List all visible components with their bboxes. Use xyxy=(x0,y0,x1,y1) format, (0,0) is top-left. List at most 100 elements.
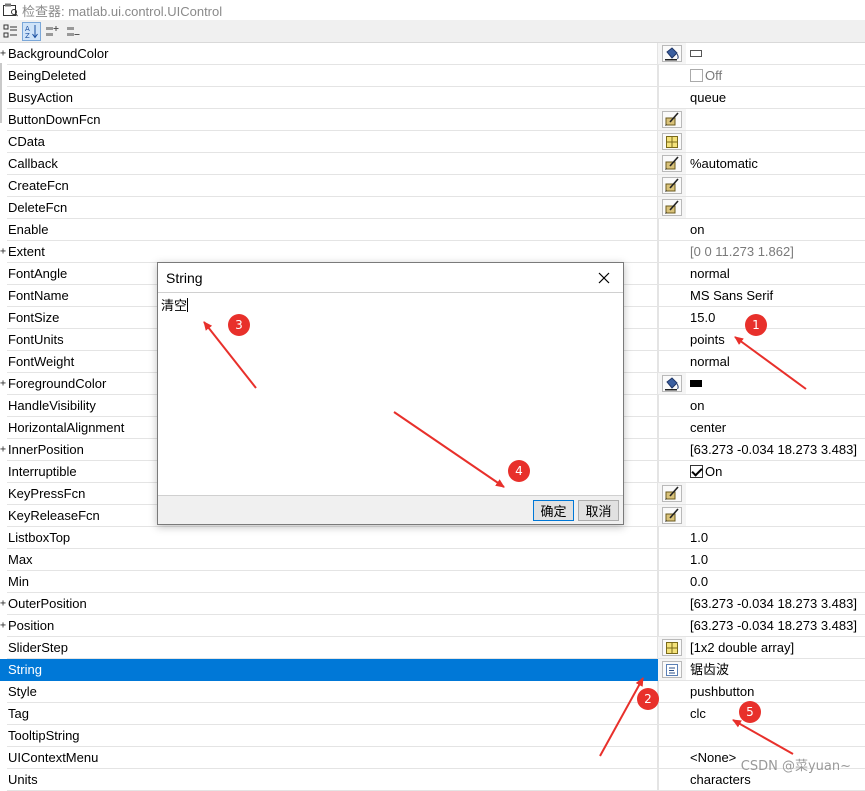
property-value[interactable] xyxy=(686,131,865,153)
property-value[interactable]: points xyxy=(686,329,865,351)
property-row-extent[interactable]: + Extent [0 0 11.273 1.862] xyxy=(0,241,865,263)
property-editor-cell[interactable] xyxy=(658,131,686,153)
property-name: Enable xyxy=(7,219,658,241)
property-row-style[interactable]: Style pushbutton xyxy=(0,681,865,703)
paint-bucket-button[interactable] xyxy=(662,375,682,392)
dialog-close-button[interactable] xyxy=(595,269,613,287)
edit-fcn-button[interactable] xyxy=(662,485,682,502)
property-value[interactable]: 锯齿波 xyxy=(686,659,865,681)
property-row-tooltipstring[interactable]: TooltipString xyxy=(0,725,865,747)
property-value[interactable]: MS Sans Serif xyxy=(686,285,865,307)
property-value[interactable]: pushbutton xyxy=(686,681,865,703)
property-row-cdata[interactable]: CData xyxy=(0,131,865,153)
edit-fcn-button[interactable] xyxy=(662,507,682,524)
property-value[interactable] xyxy=(686,43,865,65)
property-row-sliderstep[interactable]: SliderStep [1x2 double array] xyxy=(0,637,865,659)
property-value[interactable] xyxy=(686,373,865,395)
array-editor-icon xyxy=(666,135,678,148)
property-value[interactable] xyxy=(686,505,865,527)
expand-plus-icon[interactable]: + xyxy=(0,378,7,389)
expand-plus-icon[interactable]: + xyxy=(0,48,7,59)
property-row-outerposition[interactable]: + OuterPosition [63.273 -0.034 18.273 3.48… xyxy=(0,593,865,615)
property-value[interactable] xyxy=(686,109,865,131)
property-name: Units xyxy=(7,769,658,791)
property-value-text: 1.0 xyxy=(690,552,709,567)
property-row-units[interactable]: Units characters xyxy=(0,769,865,791)
categorized-view-button[interactable] xyxy=(1,22,20,41)
property-value[interactable]: queue xyxy=(686,87,865,109)
property-value[interactable]: clc xyxy=(686,703,865,725)
property-editor-cell[interactable] xyxy=(658,659,686,681)
property-row-min[interactable]: Min 0.0 xyxy=(0,571,865,593)
property-row-beingdeleted[interactable]: BeingDeleted Off xyxy=(0,65,865,87)
color-swatch[interactable] xyxy=(690,50,702,57)
property-value[interactable]: [63.273 -0.034 18.273 3.483] xyxy=(686,439,865,461)
property-row-position[interactable]: + Position [63.273 -0.034 18.273 3.483] xyxy=(0,615,865,637)
property-value[interactable]: 15.0 xyxy=(686,307,865,329)
string-editor-button[interactable] xyxy=(662,661,682,678)
edit-fcn-button[interactable] xyxy=(662,155,682,172)
property-row-deletefcn[interactable]: DeleteFcn xyxy=(0,197,865,219)
property-editor-cell[interactable] xyxy=(658,153,686,175)
collapse-all-button[interactable] xyxy=(64,22,83,41)
property-editor-cell[interactable] xyxy=(658,505,686,527)
property-value[interactable]: [0 0 11.273 1.862] xyxy=(686,241,865,263)
property-editor-cell xyxy=(658,219,686,241)
edit-fcn-button[interactable] xyxy=(662,177,682,194)
property-value[interactable]: on xyxy=(686,219,865,241)
property-editor-cell[interactable] xyxy=(658,109,686,131)
property-editor-cell[interactable] xyxy=(658,483,686,505)
property-value[interactable]: center xyxy=(686,417,865,439)
cancel-button[interactable]: 取消 xyxy=(578,500,619,521)
expand-all-button[interactable] xyxy=(43,22,62,41)
color-swatch[interactable] xyxy=(690,380,702,387)
value-checkbox[interactable] xyxy=(690,69,703,82)
property-row-createfcn[interactable]: CreateFcn xyxy=(0,175,865,197)
array-editor-button[interactable] xyxy=(662,133,682,150)
property-value[interactable]: 0.0 xyxy=(686,571,865,593)
expand-plus-icon[interactable]: + xyxy=(0,444,7,455)
value-checkbox[interactable] xyxy=(690,465,703,478)
property-row-tag[interactable]: Tag clc xyxy=(0,703,865,725)
property-value[interactable] xyxy=(686,197,865,219)
property-value[interactable]: [1x2 double array] xyxy=(686,637,865,659)
property-editor-cell[interactable] xyxy=(658,175,686,197)
property-row-buttondownfcn[interactable]: ButtonDownFcn xyxy=(0,109,865,131)
edit-fcn-button[interactable] xyxy=(662,111,682,128)
property-editor-cell[interactable] xyxy=(658,197,686,219)
property-row-backgroundcolor[interactable]: + BackgroundColor xyxy=(0,43,865,65)
property-row-enable[interactable]: Enable on xyxy=(0,219,865,241)
property-value[interactable]: 1.0 xyxy=(686,527,865,549)
property-value[interactable] xyxy=(686,175,865,197)
row-lead xyxy=(0,637,7,659)
expand-plus-icon[interactable]: + xyxy=(0,598,7,609)
property-value[interactable]: Off xyxy=(686,65,865,87)
array-editor-button[interactable] xyxy=(662,639,682,656)
sort-alpha-button[interactable]: A Z xyxy=(22,21,41,41)
property-editor-cell[interactable] xyxy=(658,637,686,659)
property-row-string[interactable]: String 锯齿波 xyxy=(0,659,865,681)
property-value[interactable]: [63.273 -0.034 18.273 3.483] xyxy=(686,615,865,637)
property-row-busyaction[interactable]: BusyAction queue xyxy=(0,87,865,109)
expand-plus-icon[interactable]: + xyxy=(0,246,7,257)
expand-plus-icon[interactable]: + xyxy=(0,620,7,631)
property-value[interactable]: %automatic xyxy=(686,153,865,175)
property-value[interactable] xyxy=(686,725,865,747)
property-row-callback[interactable]: Callback %automatic xyxy=(0,153,865,175)
property-value[interactable]: on xyxy=(686,395,865,417)
property-value[interactable]: [63.273 -0.034 18.273 3.483] xyxy=(686,593,865,615)
property-value[interactable]: 1.0 xyxy=(686,549,865,571)
ok-button[interactable]: 确定 xyxy=(533,500,574,521)
property-editor-cell[interactable] xyxy=(658,373,686,395)
property-value-text: MS Sans Serif xyxy=(690,288,774,303)
property-value[interactable]: normal xyxy=(686,351,865,373)
edit-fcn-button[interactable] xyxy=(662,199,682,216)
property-value[interactable]: normal xyxy=(686,263,865,285)
property-value[interactable]: On xyxy=(686,461,865,483)
property-editor-cell[interactable] xyxy=(658,43,686,65)
property-value[interactable] xyxy=(686,483,865,505)
paint-bucket-button[interactable] xyxy=(662,45,682,62)
property-row-listboxtop[interactable]: ListboxTop 1.0 xyxy=(0,527,865,549)
property-row-max[interactable]: Max 1.0 xyxy=(0,549,865,571)
property-row-uicontextmenu[interactable]: UIContextMenu <None> xyxy=(0,747,865,769)
